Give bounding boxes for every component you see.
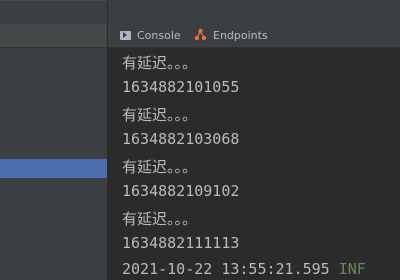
console-line: 1634882109102 — [122, 182, 240, 200]
tab-console-label: Console — [137, 29, 181, 42]
console-line: 有延迟。。。 — [122, 158, 198, 176]
console-line: 有延迟。。。 — [122, 106, 198, 124]
console-line: 有延迟。。。 — [122, 210, 198, 228]
console-line: 1634882111113 — [122, 234, 240, 252]
endpoints-icon — [194, 28, 207, 44]
left-panel-header — [0, 24, 107, 48]
log-timestamp: 2021-10-22 13:55:21.595 — [122, 260, 330, 278]
tab-endpoints-label: Endpoints — [213, 29, 268, 42]
log-level: INF — [338, 260, 366, 278]
tab-endpoints[interactable]: Endpoints — [194, 24, 268, 47]
left-panel-selected-row[interactable] — [0, 159, 107, 178]
left-panel-separator — [0, 0, 107, 1]
console-log-line: 2021-10-22 13:55:21.595 INF — [122, 260, 366, 278]
tab-console[interactable]: Console — [120, 24, 181, 47]
console-line: 有延迟。。。 — [122, 54, 198, 72]
run-toolbar-strip — [108, 0, 400, 24]
console-icon — [120, 31, 131, 40]
project-tool-window — [0, 0, 107, 280]
run-tab-bar: Console Endpoints — [108, 24, 400, 48]
console-line: 1634882103068 — [122, 130, 240, 148]
console-output[interactable]: 有延迟。。。 1634882101055 有延迟。。。 163488210306… — [108, 48, 400, 280]
console-line: 1634882101055 — [122, 78, 240, 96]
